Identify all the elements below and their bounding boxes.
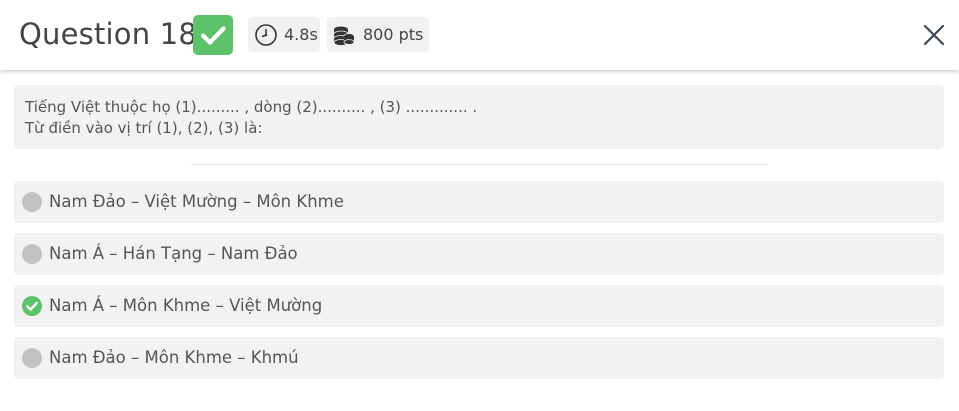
time-pill: 4.8s [248, 17, 320, 52]
unselected-dot-icon [22, 244, 42, 264]
question-text-line-1: Tiếng Việt thuộc họ (1)......... , dòng … [25, 98, 478, 116]
close-button[interactable] [920, 21, 948, 49]
unselected-dot-icon [22, 348, 42, 368]
points-value: 800 pts [363, 25, 424, 44]
answer-option-label: Nam Á – Hán Tạng – Nam Đảo [49, 244, 298, 263]
divider [191, 164, 767, 165]
answer-option-label: Nam Á – Môn Khme – Việt Mường [49, 296, 323, 315]
close-icon[interactable] [920, 21, 948, 49]
question-title: Question 18 [19, 17, 198, 51]
question-text-box: Tiếng Việt thuộc họ (1)......... , dòng … [14, 85, 944, 149]
question-header: Question 18 4.8s 800 pts [0, 0, 959, 70]
points-pill: 800 pts [327, 17, 429, 52]
answer-option-label: Nam Đảo – Việt Mường – Môn Khme [49, 192, 344, 211]
answer-option-3[interactable]: Nam Á – Môn Khme – Việt Mường [14, 285, 944, 327]
question-text-line-2: Từ điền vào vị trí (1), (2), (3) là: [25, 119, 263, 137]
check-icon [200, 26, 226, 45]
answer-option-2[interactable]: Nam Á – Hán Tạng – Nam Đảo [14, 233, 944, 275]
answer-option-label: Nam Đảo – Môn Khme – Khmú [49, 348, 299, 367]
correct-check-icon [22, 296, 42, 316]
answer-option-4[interactable]: Nam Đảo – Môn Khme – Khmú [14, 337, 944, 379]
question-result-modal: Question 18 4.8s 800 pts Tiếng Việt thuộ… [0, 0, 959, 411]
unselected-dot-icon [22, 192, 42, 212]
stopwatch-icon [254, 23, 278, 59]
answer-option-1[interactable]: Nam Đảo – Việt Mường – Môn Khme [14, 181, 944, 223]
correct-badge [193, 15, 233, 55]
coins-icon [332, 24, 356, 59]
time-value: 4.8s [284, 25, 318, 44]
